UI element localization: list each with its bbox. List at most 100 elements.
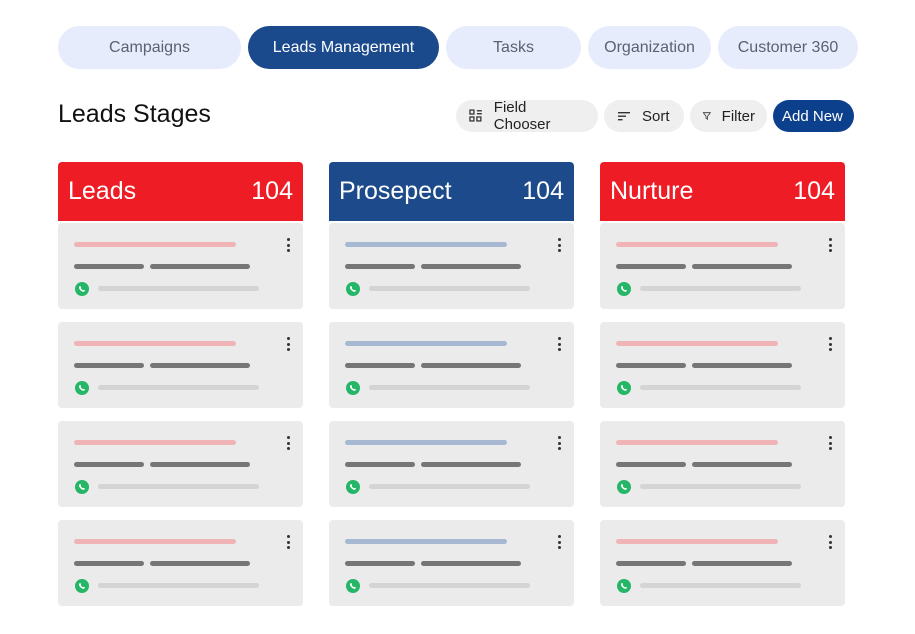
card-title-placeholder xyxy=(345,341,507,346)
kebab-menu-icon[interactable] xyxy=(828,535,832,549)
lead-card[interactable] xyxy=(329,520,574,606)
card-title-placeholder xyxy=(74,539,236,544)
field-chooser-label: Field Chooser xyxy=(493,99,551,133)
filter-button[interactable]: Filter xyxy=(690,100,767,132)
toolbar: Field Chooser Sort Filter Add New xyxy=(456,99,854,133)
card-field-placeholder xyxy=(421,363,521,368)
lead-card[interactable] xyxy=(600,322,845,408)
whatsapp-icon[interactable] xyxy=(74,578,90,594)
column-nurture: Nurture 104 xyxy=(600,162,845,606)
card-contact-placeholder xyxy=(640,484,801,489)
card-field-placeholder xyxy=(692,462,792,467)
card-title-placeholder xyxy=(74,242,236,247)
card-contact-placeholder xyxy=(98,385,259,390)
card-title-placeholder xyxy=(345,440,507,445)
card-field-placeholder xyxy=(421,561,521,566)
sort-lines-icon xyxy=(618,112,630,121)
column-header: Leads 104 xyxy=(58,162,303,221)
tab-leads-management[interactable]: Leads Management xyxy=(248,26,439,69)
card-contact-placeholder xyxy=(369,385,530,390)
card-field-placeholder xyxy=(345,264,415,269)
lead-card[interactable] xyxy=(600,520,845,606)
lead-card[interactable] xyxy=(58,520,303,606)
funnel-icon xyxy=(702,112,711,120)
card-title-placeholder xyxy=(74,341,236,346)
kebab-menu-icon[interactable] xyxy=(828,238,832,252)
module-tabs: Campaigns Leads Management Tasks Organiz… xyxy=(58,26,858,69)
whatsapp-icon[interactable] xyxy=(345,479,361,495)
card-title-placeholder xyxy=(616,440,778,445)
whatsapp-icon[interactable] xyxy=(616,380,632,396)
add-new-button[interactable]: Add New xyxy=(773,100,854,132)
grid-icon xyxy=(469,109,482,122)
sort-button[interactable]: Sort xyxy=(604,100,684,132)
whatsapp-icon[interactable] xyxy=(345,380,361,396)
card-field-placeholder xyxy=(616,561,686,566)
column-count: 104 xyxy=(793,177,835,205)
card-field-placeholder xyxy=(345,462,415,467)
column-leads: Leads 104 xyxy=(58,162,303,606)
column-count: 104 xyxy=(522,177,564,205)
column-count: 104 xyxy=(251,177,293,205)
column-header: Nurture 104 xyxy=(600,162,845,221)
kebab-menu-icon[interactable] xyxy=(286,238,290,252)
lead-card[interactable] xyxy=(58,421,303,507)
card-field-placeholder xyxy=(692,264,792,269)
whatsapp-icon[interactable] xyxy=(616,281,632,297)
card-field-placeholder xyxy=(616,363,686,368)
kebab-menu-icon[interactable] xyxy=(828,436,832,450)
lead-card[interactable] xyxy=(329,322,574,408)
tab-organization[interactable]: Organization xyxy=(588,26,711,69)
kebab-menu-icon[interactable] xyxy=(557,238,561,252)
column-title: Leads xyxy=(68,177,137,205)
card-field-placeholder xyxy=(150,264,250,269)
card-contact-placeholder xyxy=(98,286,259,291)
kebab-menu-icon[interactable] xyxy=(557,337,561,351)
whatsapp-icon[interactable] xyxy=(616,479,632,495)
field-chooser-button[interactable]: Field Chooser xyxy=(456,99,598,133)
kebab-menu-icon[interactable] xyxy=(286,535,290,549)
tab-campaigns[interactable]: Campaigns xyxy=(58,26,241,69)
kebab-menu-icon[interactable] xyxy=(557,535,561,549)
card-contact-placeholder xyxy=(98,583,259,588)
whatsapp-icon[interactable] xyxy=(74,281,90,297)
card-contact-placeholder xyxy=(640,385,801,390)
kebab-menu-icon[interactable] xyxy=(828,337,832,351)
whatsapp-icon[interactable] xyxy=(616,578,632,594)
sort-label: Sort xyxy=(642,107,670,125)
whatsapp-icon[interactable] xyxy=(74,479,90,495)
card-title-placeholder xyxy=(74,440,236,445)
tab-customer-360[interactable]: Customer 360 xyxy=(718,26,858,69)
lead-card[interactable] xyxy=(58,223,303,309)
whatsapp-icon[interactable] xyxy=(74,380,90,396)
card-contact-placeholder xyxy=(369,484,530,489)
card-contact-placeholder xyxy=(98,484,259,489)
card-title-placeholder xyxy=(616,341,778,346)
lead-card[interactable] xyxy=(329,223,574,309)
kebab-menu-icon[interactable] xyxy=(286,337,290,351)
lead-card[interactable] xyxy=(600,223,845,309)
card-contact-placeholder xyxy=(369,286,530,291)
lead-card[interactable] xyxy=(600,421,845,507)
card-field-placeholder xyxy=(74,561,144,566)
column-title: Prosepect xyxy=(339,177,452,205)
lead-card[interactable] xyxy=(58,322,303,408)
whatsapp-icon[interactable] xyxy=(345,281,361,297)
tab-tasks[interactable]: Tasks xyxy=(446,26,581,69)
card-field-placeholder xyxy=(345,363,415,368)
card-title-placeholder xyxy=(345,539,507,544)
lead-card[interactable] xyxy=(329,421,574,507)
card-title-placeholder xyxy=(616,242,778,247)
card-field-placeholder xyxy=(421,264,521,269)
card-field-placeholder xyxy=(692,363,792,368)
whatsapp-icon[interactable] xyxy=(345,578,361,594)
card-field-placeholder xyxy=(616,264,686,269)
page-title: Leads Stages xyxy=(58,100,211,128)
card-title-placeholder xyxy=(616,539,778,544)
kebab-menu-icon[interactable] xyxy=(286,436,290,450)
column-header: Prosepect 104 xyxy=(329,162,574,221)
column-prospect: Prosepect 104 xyxy=(329,162,574,606)
card-field-placeholder xyxy=(74,363,144,368)
kebab-menu-icon[interactable] xyxy=(557,436,561,450)
card-field-placeholder xyxy=(421,462,521,467)
